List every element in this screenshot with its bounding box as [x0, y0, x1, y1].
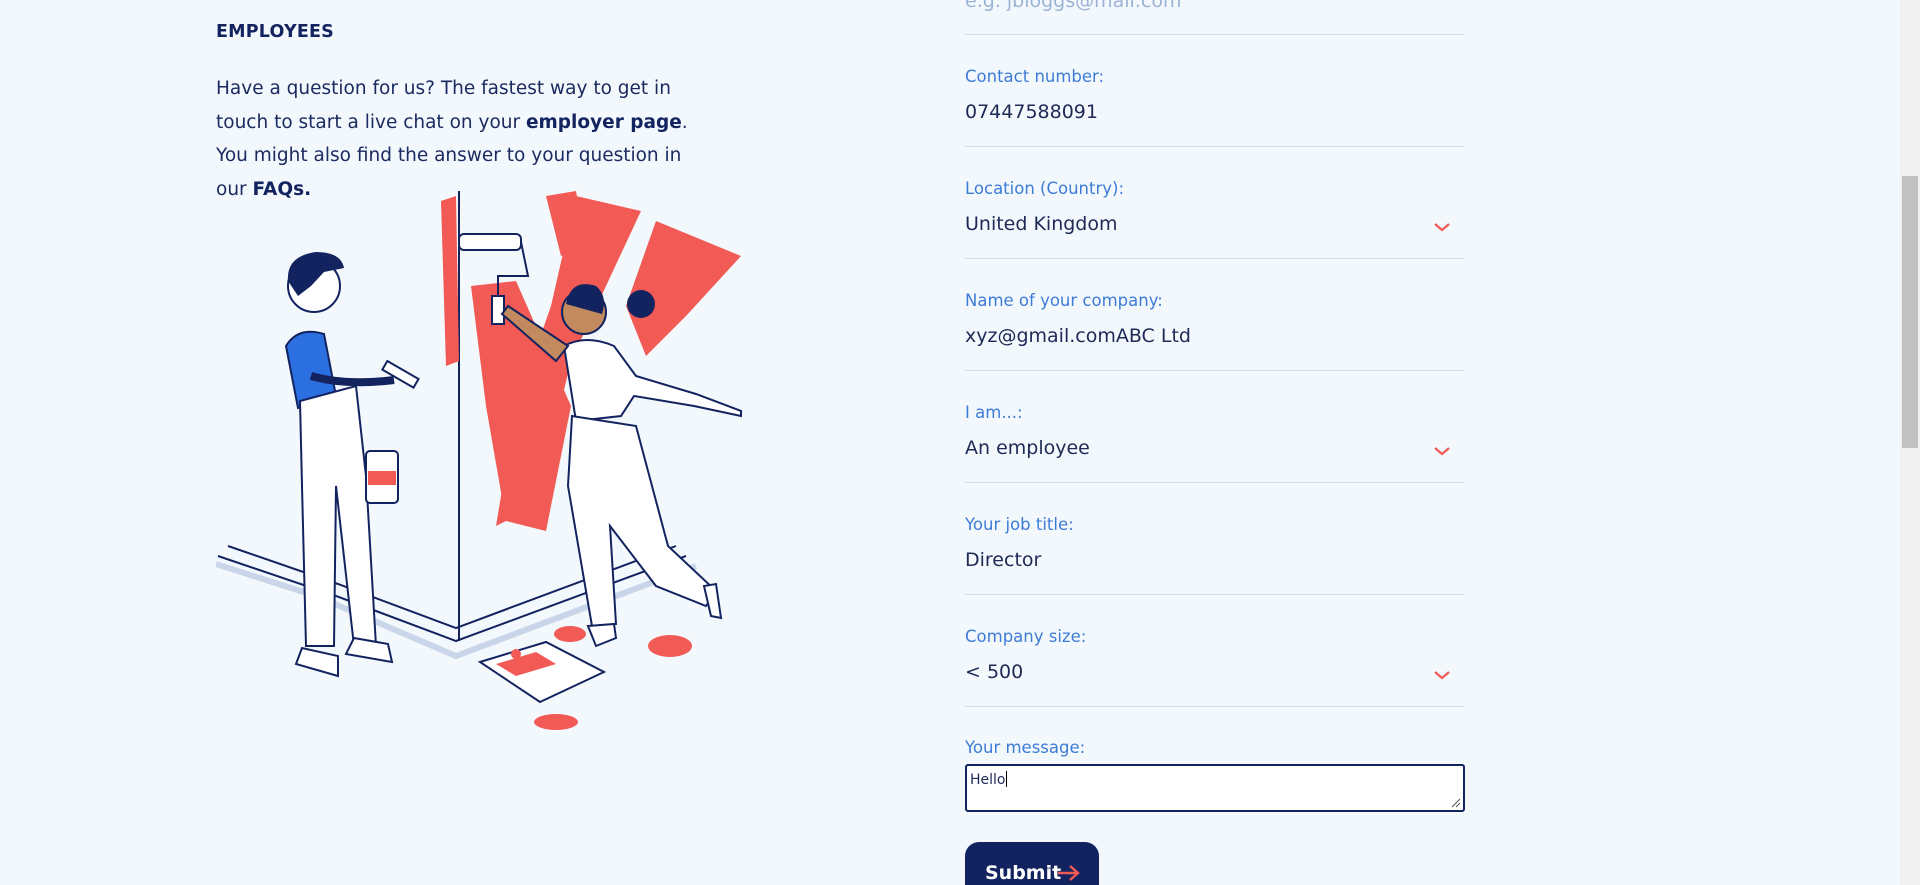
company-size-value[interactable]: < 500 — [965, 661, 1023, 683]
job-title-field[interactable]: Your job title: Director — [965, 513, 1465, 595]
job-title-value[interactable]: Director — [965, 549, 1041, 571]
contact-number-value[interactable]: 07447588091 — [965, 101, 1098, 123]
message-textarea[interactable]: Hello — [965, 764, 1465, 812]
location-value[interactable]: United Kingdom — [965, 213, 1118, 235]
message-label: Your message: — [965, 738, 1086, 757]
text-caret — [1005, 771, 1007, 787]
submit-button[interactable]: Submit — [965, 842, 1099, 885]
painters-illustration — [216, 191, 742, 730]
arrow-right-icon — [1058, 865, 1080, 881]
company-name-value[interactable]: xyz@gmail.comABC Ltd — [965, 325, 1191, 347]
i-am-select[interactable]: I am...: An employee — [965, 401, 1465, 483]
submit-label: Submit — [985, 862, 1062, 884]
employer-page-link[interactable]: employer page — [526, 112, 682, 133]
scrollbar-thumb[interactable] — [1902, 176, 1918, 448]
contact-number-label: Contact number: — [965, 67, 1105, 86]
location-select[interactable]: Location (Country): United Kingdom — [965, 177, 1465, 259]
i-am-value[interactable]: An employee — [965, 437, 1090, 459]
company-name-label: Name of your company: — [965, 291, 1163, 310]
chevron-down-icon[interactable] — [1433, 221, 1451, 233]
company-size-select[interactable]: Company size: < 500 — [965, 625, 1465, 707]
job-title-label: Your job title: — [965, 515, 1074, 534]
location-label: Location (Country): — [965, 179, 1125, 198]
company-name-field[interactable]: Name of your company: xyz@gmail.comABC L… — [965, 289, 1465, 371]
message-text: Hello — [970, 771, 1007, 788]
contact-number-field[interactable]: Contact number: 07447588091 — [965, 65, 1465, 147]
company-size-label: Company size: — [965, 627, 1087, 646]
email-field[interactable]: e.g. jbloggs@mail.com — [965, 0, 1465, 35]
section-heading: EMPLOYEES — [216, 22, 334, 42]
resize-handle-icon[interactable] — [1451, 798, 1461, 808]
page-scrollbar[interactable] — [1900, 0, 1920, 885]
i-am-label: I am...: — [965, 403, 1023, 422]
chevron-down-icon[interactable] — [1433, 669, 1451, 681]
chevron-down-icon[interactable] — [1433, 445, 1451, 457]
email-placeholder: e.g. jbloggs@mail.com — [965, 0, 1182, 12]
